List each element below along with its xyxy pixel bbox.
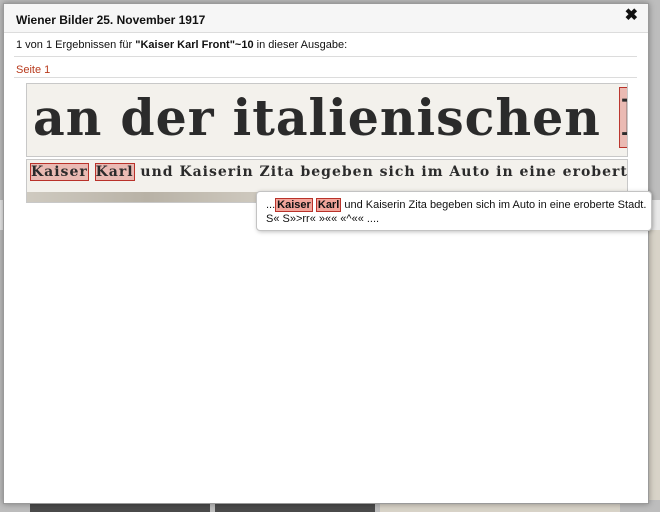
close-icon[interactable]: ✖ — [625, 8, 638, 24]
divider — [14, 77, 637, 78]
highlight-front: Front — [618, 87, 627, 148]
page-link[interactable]: Seite 1 — [16, 64, 50, 76]
tooltip-prefix: ... — [266, 199, 276, 211]
search-query: "Kaiser Karl Front"~10 — [135, 39, 254, 51]
tooltip-line-2: S« S»>rr« »«« «^«« .... — [266, 213, 380, 225]
dialog-header: Wiener Bilder 25. November 1917 ✖ — [4, 4, 648, 33]
dialog-title: Wiener Bilder 25. November 1917 — [16, 13, 206, 27]
tooltip-highlight-kaiser: Kaiser — [275, 198, 313, 212]
highlight-karl: Karl — [94, 163, 135, 181]
snippet-caption-text: Kaiser Karl und Kaiserin Zita begeben si… — [30, 163, 628, 181]
summary-prefix: 1 von 1 Ergebnissen für — [16, 39, 136, 51]
tooltip-highlight-karl: Karl — [315, 198, 342, 212]
ocr-tooltip: ... Kaiser Karl und Kaiserin Zita begeben… — [256, 191, 652, 231]
divider — [14, 56, 637, 57]
tooltip-text: und Kaiserin Zita begeben sich im Auto i… — [344, 199, 647, 211]
highlight-kaiser: Kaiser — [30, 163, 89, 181]
snippet-text: und Kaiserin Zita begeben sich im Auto i… — [140, 164, 628, 180]
snippet-image-headline[interactable]: an der italienischen Front. — [26, 83, 628, 157]
tooltip-line-1: ... Kaiser Karl und Kaiserin Zita begeben… — [266, 198, 647, 212]
search-result-dialog: Wiener Bilder 25. November 1917 ✖ 1 von … — [3, 3, 649, 504]
result-summary: 1 von 1 Ergebnissen für "Kaiser Karl Fro… — [16, 39, 347, 51]
snippet-headline-text: an der italienischen Front. — [33, 87, 627, 148]
summary-suffix: in dieser Ausgabe: — [253, 39, 348, 51]
snippet-text: an der italienischen — [33, 88, 619, 147]
